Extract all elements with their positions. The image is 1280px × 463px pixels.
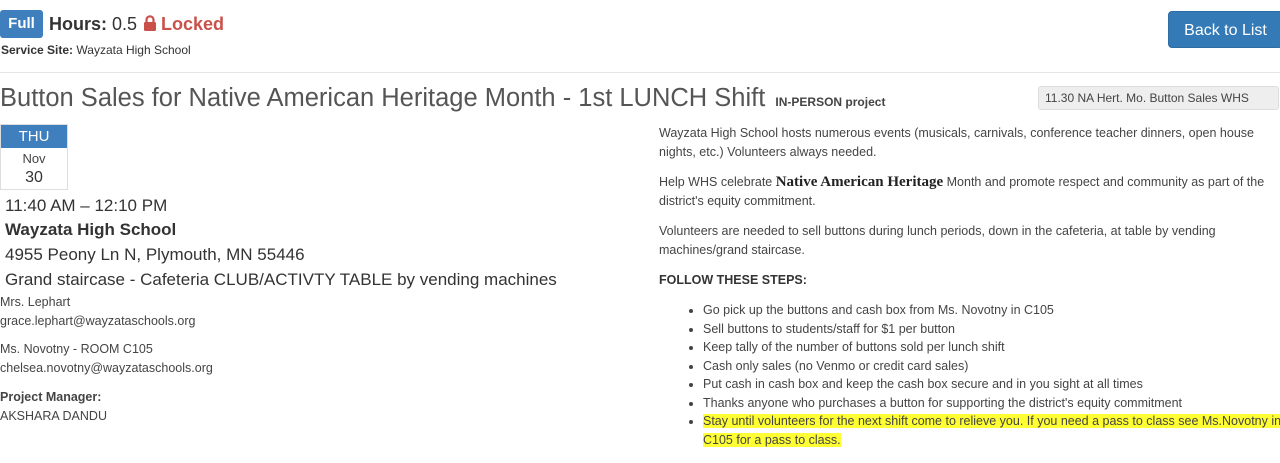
steps-heading: FOLLOW THESE STEPS:	[659, 273, 807, 287]
calendar-month: Nov	[22, 151, 46, 166]
contact-card: Ms. Novotny - ROOM C105 chelsea.novotny@…	[0, 340, 213, 378]
page-title: Button Sales for Native American Heritag…	[0, 84, 885, 113]
highlighted-text: Stay until volunteers for the next shift…	[703, 414, 1280, 447]
shift-time: 11:40 AM – 12:10 PM	[5, 196, 168, 215]
contact-name: Ms. Novotny - ROOM C105	[0, 342, 153, 356]
service-site: Service Site: Wayzata High School	[1, 43, 191, 57]
step-item: Sell buttons to students/staff for $1 pe…	[703, 320, 1280, 339]
heritage-emphasis: Native American Heritage	[775, 174, 944, 190]
calendar-date: 30	[25, 169, 43, 186]
project-manager-name: AKSHARA DANDU	[0, 409, 107, 423]
step-item: Go pick up the buttons and cash box from…	[703, 301, 1280, 320]
step-item: Cash only sales (no Venmo or credit card…	[703, 357, 1280, 376]
project-type-label: IN-PERSON project	[775, 95, 886, 109]
locked-status: Locked	[143, 14, 224, 35]
description-paragraph: Volunteers are needed to sell buttons du…	[659, 224, 1216, 257]
contact-email: grace.lephart@wayzataschools.org	[0, 314, 196, 328]
locked-label: Locked	[161, 14, 225, 34]
contact-name: Mrs. Lephart	[0, 295, 71, 309]
project-manager-label: Project Manager:	[0, 390, 102, 404]
status-badge-full: Full	[0, 10, 43, 38]
contact-card: Mrs. Lephart grace.lephart@wayzataschool…	[0, 293, 195, 331]
header-divider	[0, 72, 1280, 73]
project-manager: Project Manager: AKSHARA DANDU	[0, 388, 107, 426]
steps-list: Go pick up the buttons and cash box from…	[659, 301, 1280, 449]
site-name: Wayzata High School	[5, 220, 177, 239]
project-title: Button Sales for Native American Heritag…	[0, 84, 766, 112]
step-item-highlighted: Stay until volunteers for the next shift…	[703, 412, 1280, 449]
service-site-label: Service Site:	[1, 43, 74, 57]
project-code-tag: 11.30 NA Hert. Mo. Button Sales WHS	[1038, 86, 1279, 110]
hours-display: Hours: 0.5	[49, 14, 137, 35]
back-to-list-button[interactable]: Back to List	[1168, 11, 1280, 48]
site-address: 4955 Peony Ln N, Plymouth, MN 55446	[5, 245, 305, 264]
lock-icon	[144, 15, 156, 31]
step-item: Put cash in cash box and keep the cash b…	[703, 375, 1280, 394]
project-description: Wayzata High School hosts numerous event…	[659, 124, 1280, 449]
hours-value: 0.5	[112, 14, 138, 34]
description-text: Help WHS celebrate	[659, 175, 776, 189]
description-paragraph: Wayzata High School hosts numerous event…	[659, 126, 1254, 159]
step-item: Thanks anyone who purchases a button for…	[703, 394, 1280, 413]
contact-email: chelsea.novotny@wayzataschools.org	[0, 361, 213, 375]
calendar-day: THU	[1, 125, 67, 148]
description-paragraph: Help WHS celebrate Native American Herit…	[659, 173, 1280, 211]
step-item: Keep tally of the number of buttons sold…	[703, 338, 1280, 357]
date-calendar: THU Nov 30	[0, 124, 68, 190]
site-location: Grand staircase - Cafeteria CLUB/ACTIVTY…	[5, 270, 557, 289]
hours-label: Hours:	[49, 14, 107, 34]
service-site-value: Wayzata High School	[76, 43, 191, 57]
